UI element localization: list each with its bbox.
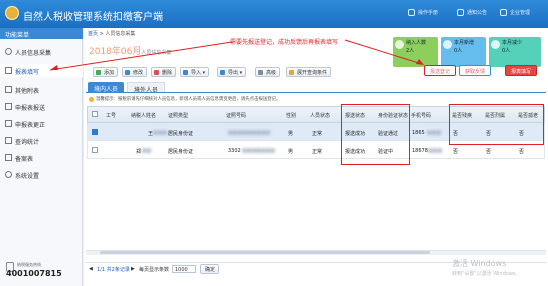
activate-watermark-title: 激活 Windows (452, 259, 507, 268)
warning-text: 温馨提示：报税前请先仔细核对人员信息，新增人员或人员信息需变更后，请先点击报送登… (96, 97, 281, 102)
cell-id-type: 居民身份证 (168, 149, 194, 155)
masked-text: ■■■ (153, 130, 168, 136)
pager-prev-icon[interactable]: ◀ (89, 266, 93, 272)
row-checkbox[interactable] (92, 147, 98, 153)
arrow-to-register (344, 39, 423, 65)
cell-gender: 男 (288, 131, 294, 137)
activate-watermark-hint: 转到"设置"以激活 Windows。 (452, 271, 521, 277)
arrowhead-register (416, 59, 424, 65)
col-header: 纳税人姓名 (131, 113, 157, 119)
tab-foreign[interactable]: 境外人员 (127, 82, 166, 94)
cell-martyr: 否 (486, 149, 492, 155)
arrow-to-sidebar (49, 41, 233, 71)
cell-phone: 18678 (412, 148, 428, 154)
highlight-attribute-columns (449, 104, 544, 145)
cell-gender: 男 (288, 149, 294, 155)
cell-disabled: 否 (453, 149, 459, 155)
masked-phone: ■■■ (427, 130, 442, 136)
col-header: 证照类型 (168, 113, 189, 119)
masked-phone: ■■■ (428, 148, 443, 154)
masked-id-number: ■■■■■■■ (242, 148, 276, 154)
confirm-button[interactable]: 确定 (200, 264, 220, 274)
col-header: 人员状态 (310, 113, 331, 119)
tabs-divider (86, 92, 546, 93)
cell-name: 郑 (136, 149, 142, 155)
col-header: 手机号码 (411, 113, 432, 119)
cell-id-type: 居民身份证 (168, 131, 194, 137)
pager-next-icon[interactable]: ▶ (131, 266, 135, 272)
col-header: 性别 (286, 113, 297, 119)
col-header: 证照号码 (226, 113, 247, 119)
per-page-input[interactable]: 1000 (172, 265, 196, 273)
scrollbar-thumb[interactable] (100, 251, 430, 254)
cell-status: 正常 (312, 131, 323, 137)
select-all-checkbox[interactable] (92, 111, 98, 117)
masked-id-number: ■■■■■■■■■ (228, 130, 271, 136)
masked-text: ■■ (142, 148, 152, 154)
cell-lonely: 否 (519, 149, 525, 155)
cell-status: 正常 (312, 149, 323, 155)
per-page-label: 每页显示条数 (139, 267, 170, 273)
arrowhead-sidebar (50, 65, 58, 70)
cell-id-number: 3302 (228, 148, 241, 154)
cell-phone: 1865 (412, 130, 425, 136)
highlight-status-columns (341, 104, 410, 165)
col-header: 工号 (106, 113, 117, 119)
pager-info: 1/1 共2条记录 (97, 267, 130, 273)
tab-domestic[interactable]: 境内人员 (88, 82, 125, 93)
row-checkbox[interactable] (92, 129, 98, 135)
